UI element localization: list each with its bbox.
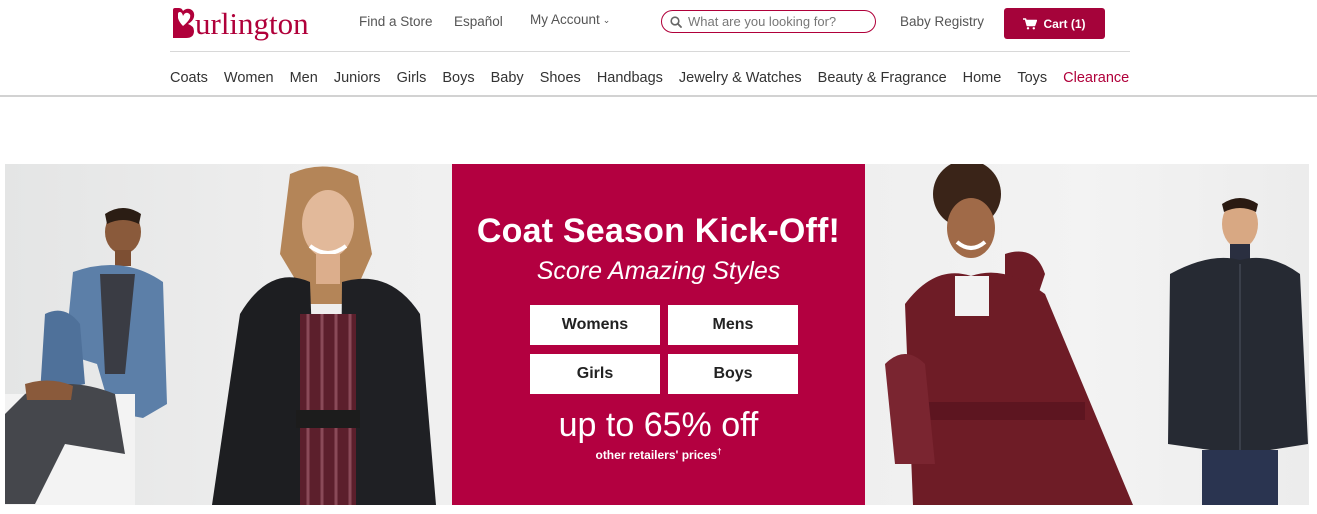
shop-girls-button[interactable]: Girls <box>530 354 660 394</box>
category-nav: Coats Women Men Juniors Girls Boys Baby … <box>170 70 1129 88</box>
nav-jewelry-watches[interactable]: Jewelry & Watches <box>679 70 802 88</box>
nav-men[interactable]: Men <box>290 70 318 88</box>
search-box[interactable] <box>661 10 876 33</box>
cart-button[interactable]: Cart (1) <box>1004 8 1105 39</box>
promo-title: Coat Season Kick-Off! <box>476 212 841 250</box>
nav-toys[interactable]: Toys <box>1017 70 1047 88</box>
nav-juniors[interactable]: Juniors <box>334 70 381 88</box>
nav-coats[interactable]: Coats <box>170 70 208 88</box>
nav-baby[interactable]: Baby <box>491 70 524 88</box>
promo-subtitle: Score Amazing Styles <box>536 257 781 285</box>
man-dark-jacket-image <box>1168 198 1308 505</box>
woman-burgundy-coat-image <box>885 164 1133 505</box>
baby-registry-link[interactable]: Baby Registry <box>900 14 984 29</box>
logo-text: urlington <box>195 6 309 41</box>
heart-logo-icon <box>173 8 195 38</box>
hero-right-photo[interactable] <box>865 164 1309 505</box>
nav-girls[interactable]: Girls <box>397 70 427 88</box>
hero-banner[interactable]: Coat Season Kick-Off! Score Amazing Styl… <box>5 164 1309 505</box>
nav-home[interactable]: Home <box>963 70 1002 88</box>
header: urlington Find a Store Español My Accoun… <box>0 0 1317 52</box>
nav-clearance[interactable]: Clearance <box>1063 70 1129 88</box>
my-account-menu[interactable]: My Account ⌄ <box>530 12 610 27</box>
nav-handbags[interactable]: Handbags <box>597 70 663 88</box>
search-input[interactable] <box>688 14 868 29</box>
cart-label: Cart (1) <box>1043 16 1086 31</box>
cart-icon <box>1023 17 1038 29</box>
espanol-link[interactable]: Español <box>454 14 503 29</box>
dagger-mark: † <box>717 447 722 456</box>
man-denim-jacket-image <box>5 208 167 505</box>
woman-leather-jacket-image <box>212 166 436 505</box>
promo-discount: up to 65% off <box>558 406 759 444</box>
promo-panel: Coat Season Kick-Off! Score Amazing Styl… <box>452 164 865 505</box>
hero-left-photo[interactable] <box>5 164 452 505</box>
header-divider <box>170 51 1130 52</box>
search-icon <box>670 15 682 28</box>
nav-divider <box>0 95 1317 97</box>
chevron-down-icon: ⌄ <box>602 15 611 25</box>
nav-beauty-fragrance[interactable]: Beauty & Fragrance <box>818 70 947 88</box>
shop-mens-button[interactable]: Mens <box>668 305 798 345</box>
nav-women[interactable]: Women <box>224 70 274 88</box>
burlington-logo[interactable]: urlington <box>170 1 309 39</box>
promo-fine-print: other retailers' prices† <box>452 447 865 462</box>
find-store-link[interactable]: Find a Store <box>359 14 433 29</box>
shop-boys-button[interactable]: Boys <box>668 354 798 394</box>
fine-print-text: other retailers' prices <box>595 448 718 462</box>
shop-womens-button[interactable]: Womens <box>530 305 660 345</box>
my-account-label: My Account <box>530 12 600 27</box>
nav-boys[interactable]: Boys <box>442 70 474 88</box>
nav-shoes[interactable]: Shoes <box>540 70 581 88</box>
